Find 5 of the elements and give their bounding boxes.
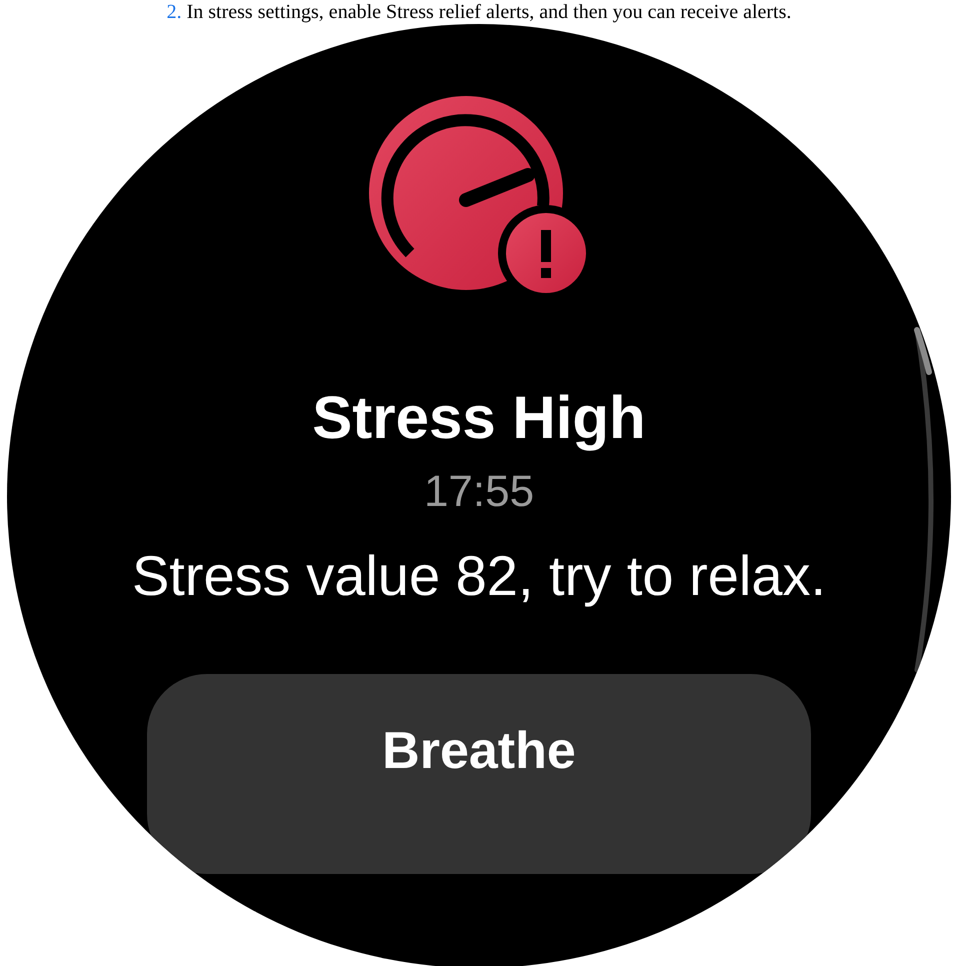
- instruction-text: 2. In stress settings, enable Stress relief alerts, and then you can receive alerts.: [166, 0, 792, 24]
- alert-time: 17:55: [424, 466, 534, 518]
- alert-title: Stress High: [312, 384, 646, 452]
- breathe-button[interactable]: Breathe: [147, 674, 811, 874]
- alert-message: Stress value 82, try to relax.: [130, 543, 828, 609]
